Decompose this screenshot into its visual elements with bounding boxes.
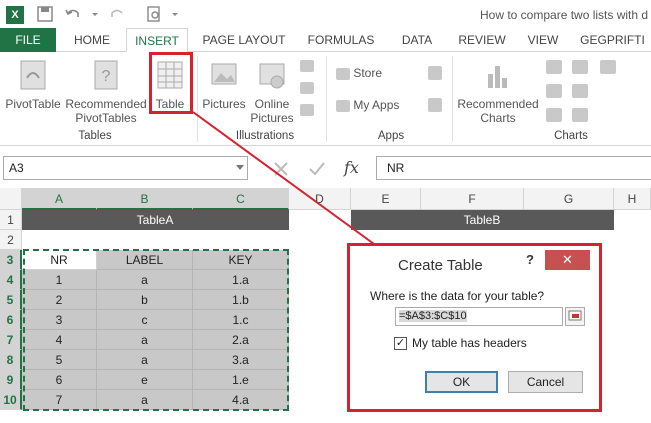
ok-button[interactable]: OK: [425, 371, 498, 393]
headers-checkbox[interactable]: ✓: [394, 337, 407, 350]
range-select-icon: [568, 310, 582, 321]
range-input[interactable]: =$A$3:$C$10: [395, 307, 563, 326]
cancel-button[interactable]: Cancel: [508, 371, 583, 393]
collapse-dialog-button[interactable]: [565, 307, 585, 326]
close-icon[interactable]: ✕: [545, 250, 590, 270]
create-table-dialog: Create Table ? ✕ Where is the data for y…: [347, 243, 602, 412]
headers-checkbox-label[interactable]: My table has headers: [412, 336, 527, 350]
dialog-title: Create Table: [398, 257, 483, 274]
range-input-value: =$A$3:$C$10: [399, 310, 467, 322]
range-question-label: Where is the data for your table?: [370, 289, 545, 303]
help-icon[interactable]: ?: [526, 252, 534, 267]
